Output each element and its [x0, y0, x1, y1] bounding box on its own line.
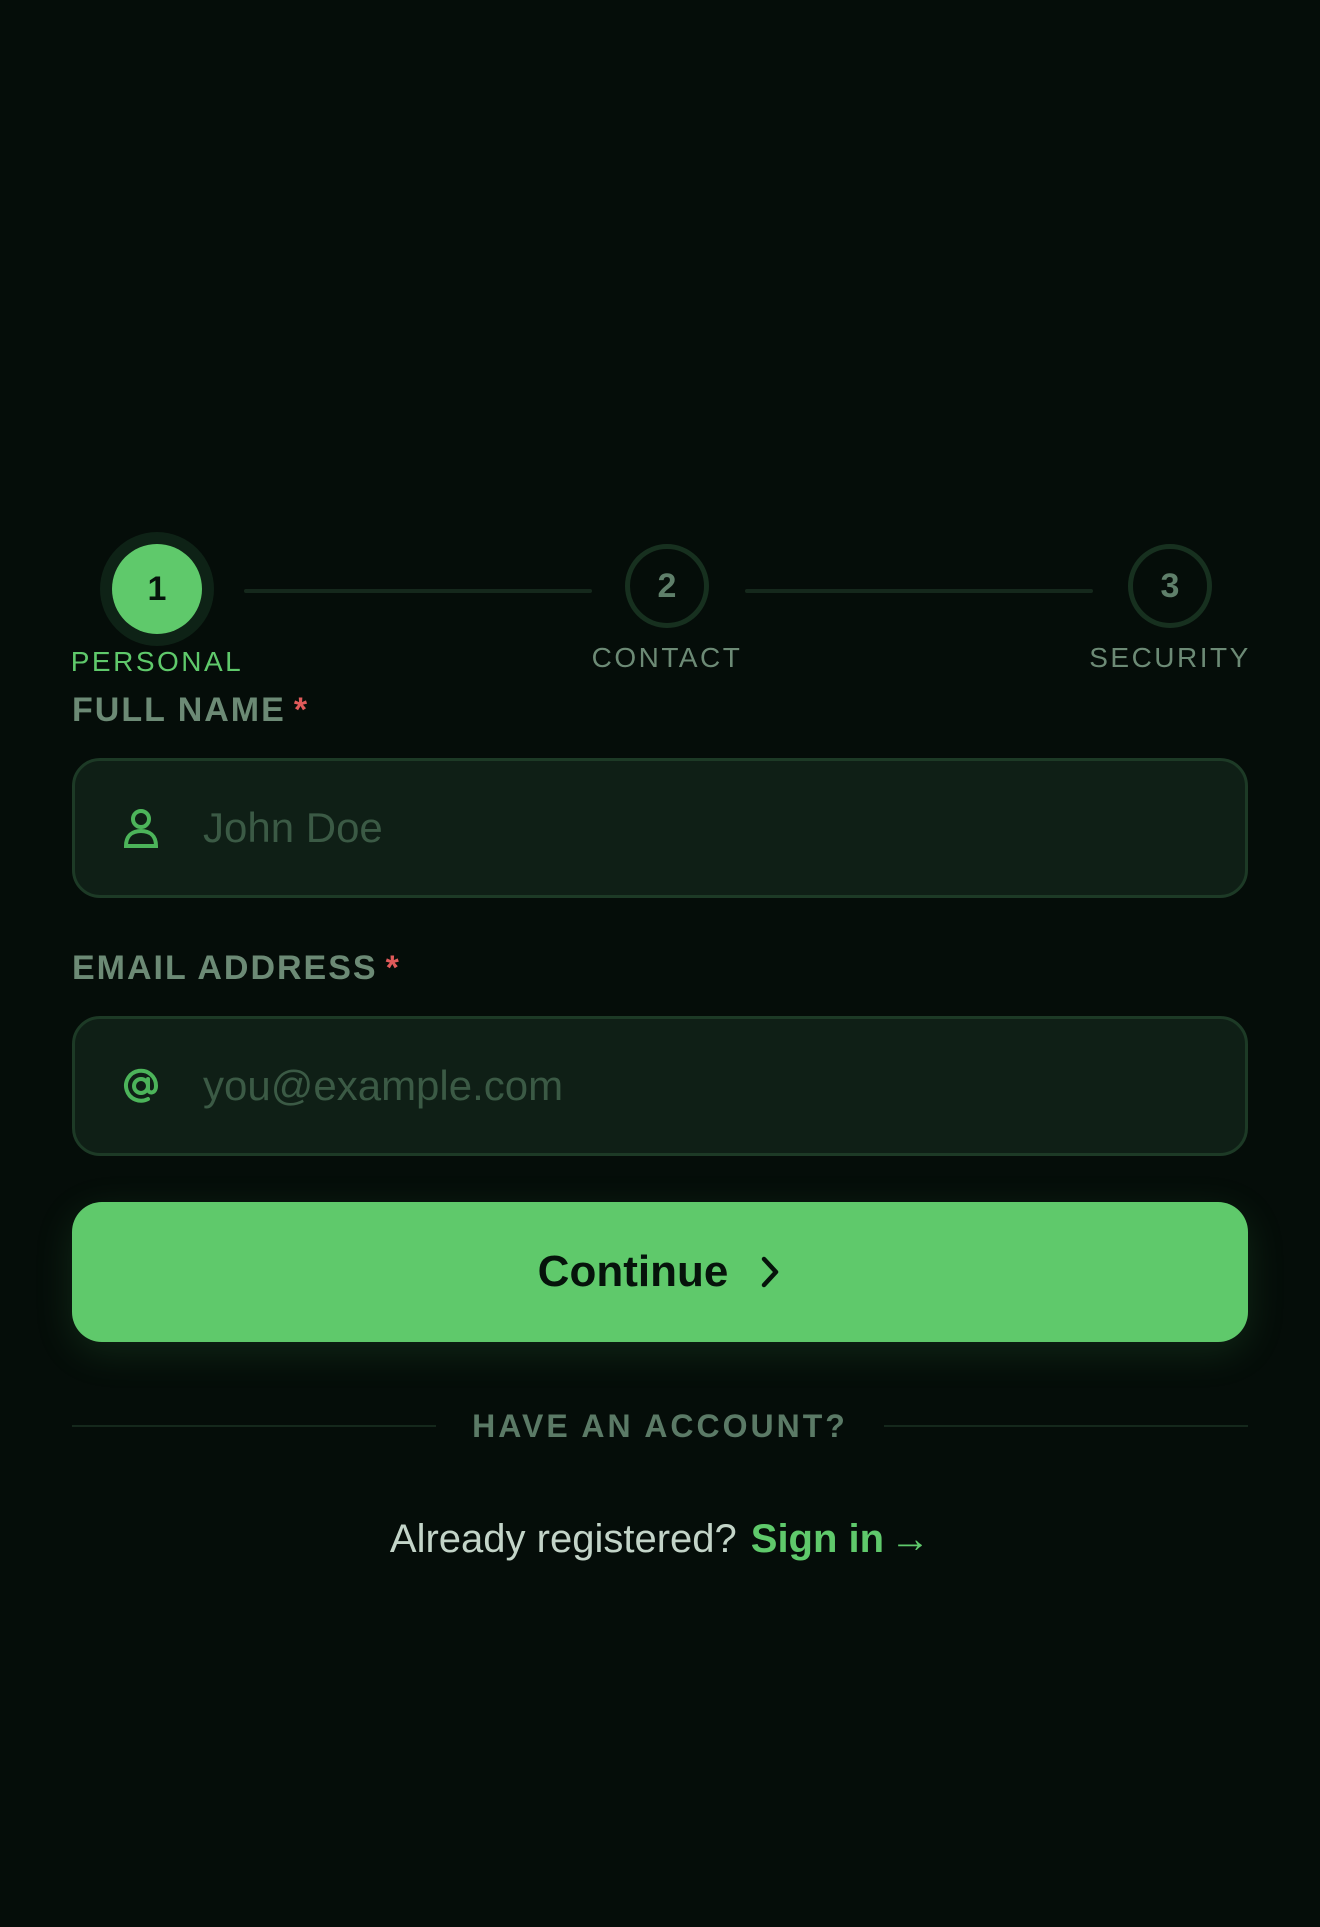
required-marker: * — [385, 949, 401, 987]
at-sign-icon — [111, 1065, 171, 1107]
continue-label: Continue — [537, 1247, 729, 1296]
signin-prompt: Already registered? — [389, 1517, 737, 1561]
step-label: SECURITY — [1089, 642, 1251, 673]
signin-row: Already registered? Sign in → — [72, 1514, 1248, 1564]
full-name-input[interactable] — [201, 760, 1245, 896]
step-security[interactable]: 3 SECURITY — [1089, 530, 1251, 674]
step-personal[interactable]: 1 PERSONAL — [70, 530, 244, 678]
user-icon — [111, 807, 171, 849]
progress-stepper: 1 PERSONAL 2 CONTACT 3 SECURITY — [70, 530, 1251, 690]
signin-link-label: Sign in — [750, 1517, 885, 1561]
continue-button[interactable]: Continue — [72, 1202, 1248, 1342]
signin-link[interactable]: Sign in → — [751, 1517, 930, 1561]
step-number: 2 — [625, 544, 709, 628]
chevron-right-icon — [758, 1255, 782, 1289]
stepper-connector-1 — [244, 589, 592, 593]
email-label: EMAIL ADDRESS * — [72, 948, 1248, 988]
email-label-text: EMAIL ADDRESS — [72, 949, 378, 987]
divider-rule-right — [883, 1425, 1248, 1427]
full-name-label-text: FULL NAME — [72, 691, 286, 729]
step-number: 1 — [112, 544, 202, 634]
step-label: CONTACT — [591, 642, 743, 673]
required-marker: * — [293, 691, 310, 729]
full-name-field[interactable] — [72, 758, 1248, 898]
account-divider: HAVE AN ACCOUNT? — [72, 1406, 1248, 1446]
step-number: 3 — [1128, 544, 1212, 628]
arrow-right-icon: → — [890, 1517, 931, 1561]
stepper-connector-2 — [745, 589, 1093, 593]
step-label: PERSONAL — [70, 646, 244, 677]
email-input[interactable] — [201, 1018, 1245, 1154]
full-name-label: FULL NAME * — [72, 690, 1248, 730]
step-contact[interactable]: 2 CONTACT — [592, 530, 742, 674]
email-field[interactable] — [72, 1016, 1248, 1156]
signup-form: 1 PERSONAL 2 CONTACT 3 SECURITY FULL NAM… — [70, 530, 1251, 1564]
divider-rule-left — [72, 1425, 437, 1427]
divider-text: HAVE AN ACCOUNT? — [472, 1407, 848, 1444]
